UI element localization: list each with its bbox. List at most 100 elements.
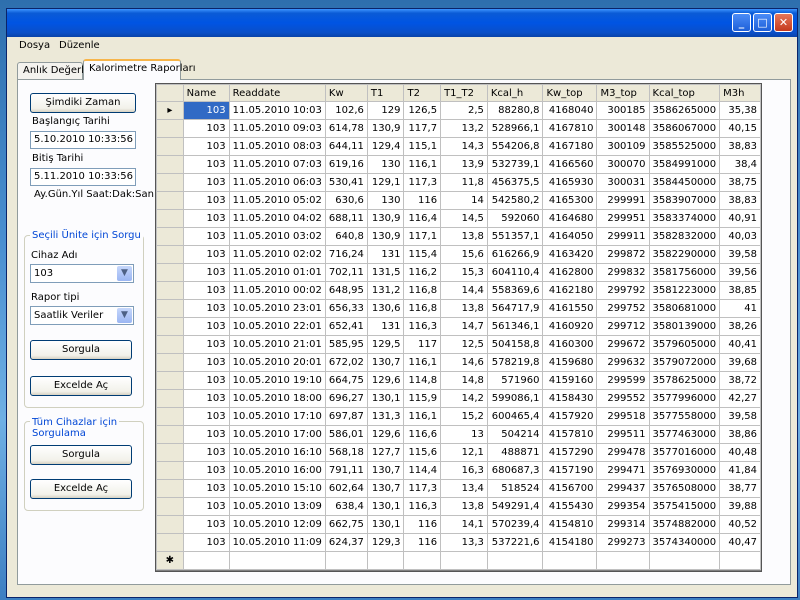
cell-m3h[interactable]: 40,41 [719, 335, 761, 354]
cell-kw[interactable]: 697,87 [324, 407, 368, 426]
cell-t1[interactable]: 129,4 [366, 137, 405, 156]
cell-m3_top[interactable]: 300109 [596, 137, 650, 156]
cell-name[interactable]: 103 [182, 263, 230, 282]
cell-name[interactable]: 103 [182, 515, 230, 534]
cell-t2[interactable]: 116,8 [403, 281, 442, 300]
cell-kw_top[interactable]: 4159160 [542, 371, 598, 390]
cell-t1_t2[interactable]: 14,5 [440, 209, 488, 228]
cell-readdate[interactable]: 11.05.2010 10:03 [228, 101, 326, 120]
cell-t1[interactable]: 129 [366, 101, 405, 120]
cell-m3h[interactable]: 40,48 [719, 443, 761, 462]
cell-readdate[interactable]: 11.05.2010 03:02 [228, 227, 326, 246]
column-header-kcal_top[interactable]: Kcal_top [648, 84, 721, 102]
cell-t2[interactable]: 116,1 [403, 155, 442, 174]
cell-m3h[interactable]: 38,83 [719, 137, 761, 156]
end-date-input[interactable]: 5.11.2010 10:33:56 [30, 168, 136, 186]
chevron-down-icon[interactable]: ▼ [117, 266, 132, 281]
new-row-cell[interactable] [486, 551, 544, 570]
cell-readdate[interactable]: 10.05.2010 11:09 [228, 533, 326, 552]
cell-m3h[interactable]: 38,4 [719, 155, 761, 174]
row-header[interactable] [156, 389, 184, 408]
cell-t1_t2[interactable]: 14,4 [440, 281, 488, 300]
cell-kcal_h[interactable]: 561346,1 [486, 317, 544, 336]
cell-kcal_top[interactable]: 3582832000 [648, 227, 721, 246]
cell-kcal_h[interactable]: 599086,1 [486, 389, 544, 408]
row-header[interactable] [156, 209, 184, 228]
cell-t1[interactable]: 129,1 [366, 173, 405, 192]
cell-kcal_h[interactable]: 488871 [486, 443, 544, 462]
cell-m3_top[interactable]: 299991 [596, 191, 650, 210]
cell-kcal_h[interactable]: 616266,9 [486, 245, 544, 264]
cell-kw[interactable]: 624,37 [324, 533, 368, 552]
cell-m3_top[interactable]: 299437 [596, 479, 650, 498]
cell-t2[interactable]: 116,4 [403, 209, 442, 228]
cell-name[interactable]: 103 [182, 281, 230, 300]
cell-m3h[interactable]: 38,86 [719, 425, 761, 444]
cell-t1_t2[interactable]: 15,6 [440, 245, 488, 264]
cell-m3_top[interactable]: 299832 [596, 263, 650, 282]
cell-t1[interactable]: 130,7 [366, 461, 405, 480]
cell-kw_top[interactable]: 4167180 [542, 137, 598, 156]
cell-kw[interactable]: 640,8 [324, 227, 368, 246]
cell-t2[interactable]: 117,1 [403, 227, 442, 246]
cell-t1_t2[interactable]: 12,5 [440, 335, 488, 354]
start-date-input[interactable]: 5.10.2010 10:33:56 [30, 131, 136, 149]
menu-dosya[interactable]: Dosya [19, 40, 50, 51]
tab-anlik-degerler[interactable]: Anlık Değerler [17, 62, 94, 79]
cell-name[interactable]: 103 [182, 119, 230, 138]
cell-kw_top[interactable]: 4157290 [542, 443, 598, 462]
cell-t1[interactable]: 130,1 [366, 515, 405, 534]
cell-kcal_top[interactable]: 3586067000 [648, 119, 721, 138]
cell-name[interactable]: 103 [182, 137, 230, 156]
cell-kcal_top[interactable]: 3576930000 [648, 461, 721, 480]
cell-m3h[interactable]: 38,72 [719, 371, 761, 390]
new-row-cell[interactable] [596, 551, 650, 570]
cell-kw[interactable]: 648,95 [324, 281, 368, 300]
cell-m3h[interactable]: 38,26 [719, 317, 761, 336]
data-grid[interactable]: Name Readdate Kw T1 T2 T1_T2 Kcal_h Kw_top M3_to… [155, 83, 762, 572]
table-row[interactable]: 103 10.05.2010 18:00 696,27 130,1 115,9 14,2 5… [156, 389, 761, 408]
new-row-cell[interactable] [228, 551, 326, 570]
cell-kw_top[interactable]: 4154810 [542, 515, 598, 534]
cell-kcal_h[interactable]: 570239,4 [486, 515, 544, 534]
row-header[interactable] [156, 407, 184, 426]
row-header[interactable] [156, 263, 184, 282]
new-row-cell[interactable] [719, 551, 761, 570]
maximize-button[interactable]: □ [753, 13, 772, 32]
cell-m3h[interactable]: 41,84 [719, 461, 761, 480]
cell-m3h[interactable]: 38,77 [719, 479, 761, 498]
cell-t1_t2[interactable]: 13,2 [440, 119, 488, 138]
cell-t1[interactable]: 131 [366, 245, 405, 264]
cell-t1[interactable]: 129,6 [366, 371, 405, 390]
cell-m3_top[interactable]: 299951 [596, 209, 650, 228]
cell-m3h[interactable]: 39,58 [719, 245, 761, 264]
cell-kw[interactable]: 672,02 [324, 353, 368, 372]
cell-t1_t2[interactable]: 15,2 [440, 407, 488, 426]
cell-readdate[interactable]: 10.05.2010 18:00 [228, 389, 326, 408]
cell-kcal_h[interactable]: 564717,9 [486, 299, 544, 318]
new-row-cell[interactable] [542, 551, 598, 570]
cell-name[interactable]: 103 [182, 389, 230, 408]
cell-kw[interactable]: 664,75 [324, 371, 368, 390]
table-row[interactable]: 103 10.05.2010 19:10 664,75 129,6 114,8 14,8 5… [156, 371, 761, 390]
cell-kcal_top[interactable]: 3581756000 [648, 263, 721, 282]
close-button[interactable]: ✕ [774, 13, 793, 32]
cell-t1_t2[interactable]: 16,3 [440, 461, 488, 480]
cell-kcal_h[interactable]: 537221,6 [486, 533, 544, 552]
row-header[interactable] [156, 479, 184, 498]
cell-kcal_h[interactable]: 600465,4 [486, 407, 544, 426]
cell-kcal_top[interactable]: 3577016000 [648, 443, 721, 462]
row-header[interactable] [156, 443, 184, 462]
cell-name[interactable]: 103 [182, 425, 230, 444]
cell-readdate[interactable]: 11.05.2010 02:02 [228, 245, 326, 264]
cell-t2[interactable]: 116,8 [403, 299, 442, 318]
cell-m3_top[interactable]: 300148 [596, 119, 650, 138]
cell-kw_top[interactable]: 4155430 [542, 497, 598, 516]
all-query-button[interactable]: Sorgula [30, 445, 132, 465]
cell-name[interactable]: 103 [182, 335, 230, 354]
report-type-select[interactable]: Saatlik Veriler ▼ [30, 306, 134, 325]
cell-kw[interactable]: 696,27 [324, 389, 368, 408]
cell-m3_top[interactable]: 299632 [596, 353, 650, 372]
cell-kcal_top[interactable]: 3585525000 [648, 137, 721, 156]
cell-readdate[interactable]: 11.05.2010 08:03 [228, 137, 326, 156]
